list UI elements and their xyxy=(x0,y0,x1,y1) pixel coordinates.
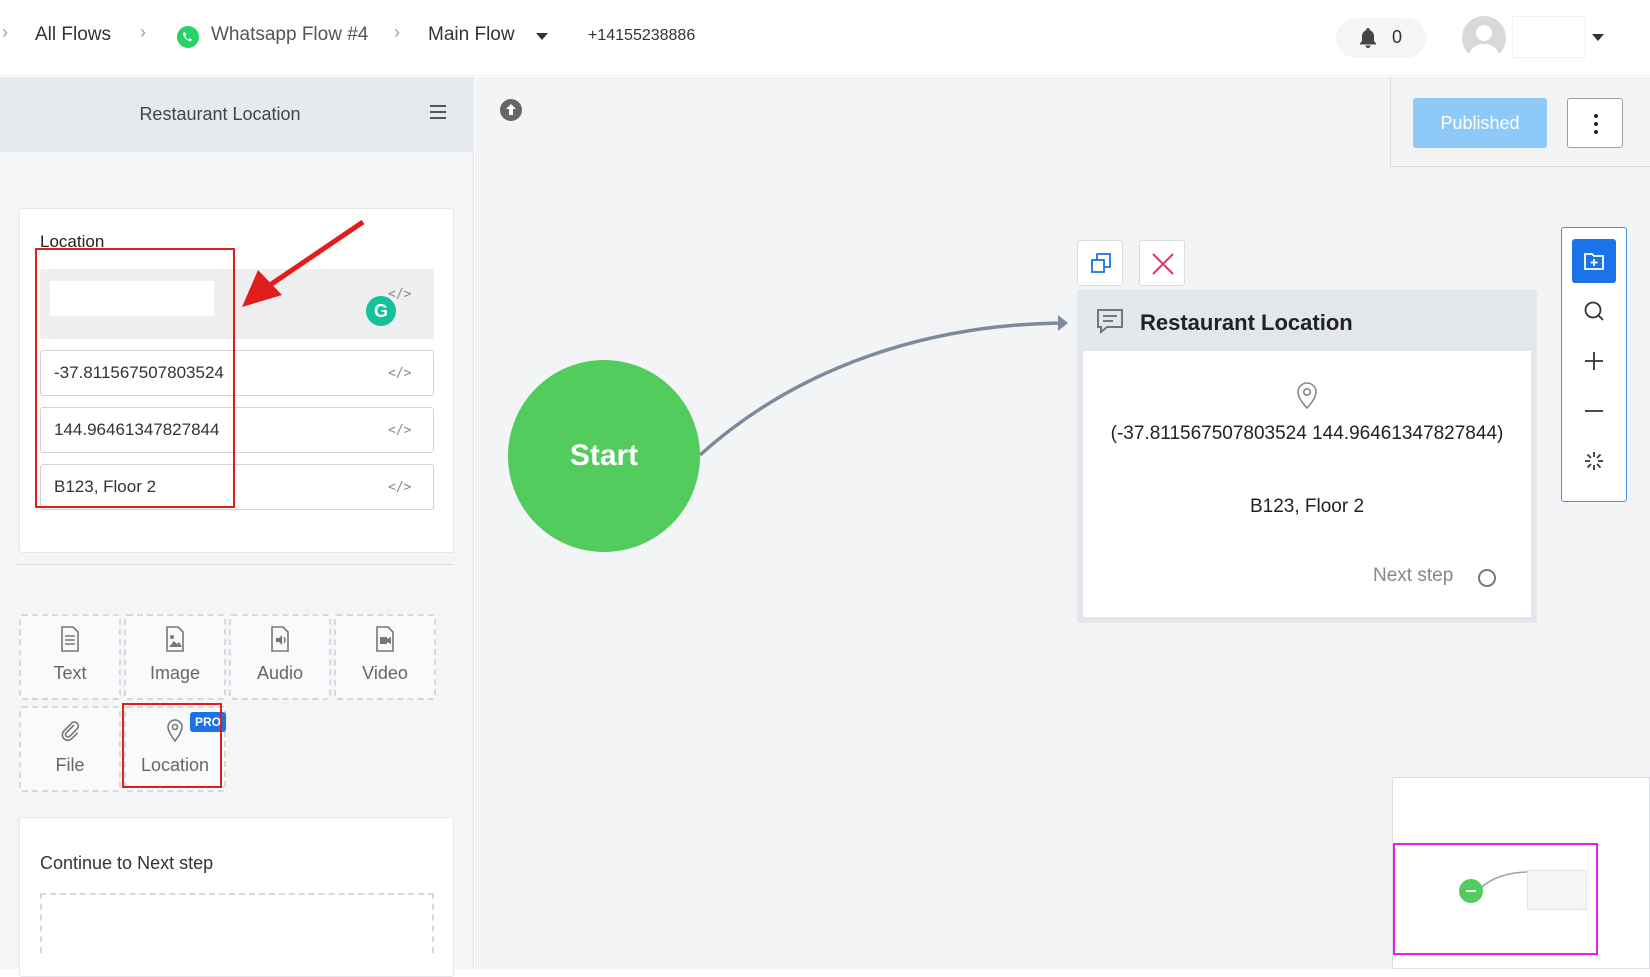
copy-icon xyxy=(1090,252,1112,279)
panel-title: Restaurant Location xyxy=(139,104,301,124)
publish-panel: Published xyxy=(1390,77,1650,167)
user-name[interactable] xyxy=(1512,16,1586,58)
zoom-out-button[interactable] xyxy=(1572,389,1616,433)
next-step-connector[interactable] xyxy=(1478,569,1496,587)
highlight-box xyxy=(35,248,235,508)
chevron-right-icon: › xyxy=(394,22,400,42)
message-icon xyxy=(1095,306,1125,336)
next-step-dropzone[interactable] xyxy=(40,893,434,953)
delete-node-button[interactable] xyxy=(1139,240,1185,286)
video-icon xyxy=(336,626,434,654)
minus-icon xyxy=(1583,400,1605,427)
more-vertical-icon xyxy=(1594,130,1598,134)
next-step-label: Continue to Next step xyxy=(40,853,214,873)
text-file-icon xyxy=(21,626,119,654)
chevron-right-icon: › xyxy=(2,22,8,42)
panel-header: Restaurant Location xyxy=(0,77,474,152)
zoom-in-button[interactable] xyxy=(1572,339,1616,383)
plus-icon xyxy=(1583,350,1605,377)
minimap-message-node xyxy=(1527,870,1587,910)
phone-number: +14155238886 xyxy=(588,27,696,44)
close-icon xyxy=(1151,252,1175,281)
tool-label: Video xyxy=(362,663,408,683)
node-coordinates: (-37.811567507803524 144.96461347827844) xyxy=(1110,423,1504,444)
breadcrumb-flow-name[interactable]: Whatsapp Flow #4 xyxy=(211,24,368,46)
code-icon[interactable]: </> xyxy=(388,287,411,302)
node-body: (-37.811567507803524 144.96461347827844)… xyxy=(1083,351,1531,617)
add-video-button[interactable]: Video xyxy=(334,614,436,700)
chevron-down-icon[interactable] xyxy=(1592,34,1604,41)
avatar[interactable] xyxy=(1462,16,1506,60)
add-folder-button[interactable] xyxy=(1572,239,1616,283)
chevron-right-icon: › xyxy=(140,22,146,42)
top-bar: › All Flows › Whatsapp Flow #4 › Main Fl… xyxy=(0,0,1650,76)
upload-icon[interactable] xyxy=(499,98,523,122)
add-audio-button[interactable]: Audio xyxy=(229,614,331,700)
divider xyxy=(17,564,454,565)
code-icon[interactable]: </> xyxy=(388,423,411,438)
add-file-button[interactable]: File xyxy=(19,706,121,792)
published-button[interactable]: Published xyxy=(1413,98,1547,148)
canvas-toolbar xyxy=(1561,227,1627,502)
annotation-arrow xyxy=(242,219,365,307)
sparkle-icon xyxy=(1583,450,1605,477)
breadcrumb-sub-flow[interactable]: Main Flow xyxy=(428,24,515,46)
search-button[interactable] xyxy=(1572,289,1616,333)
location-pin-icon xyxy=(1295,381,1319,411)
add-text-button[interactable]: Text xyxy=(19,614,121,700)
whatsapp-icon xyxy=(176,25,200,49)
breadcrumb-all-flows[interactable]: All Flows xyxy=(35,24,111,46)
menu-icon[interactable] xyxy=(430,105,446,121)
connector-line xyxy=(698,315,1068,457)
audio-icon xyxy=(231,626,329,654)
next-step-card: Continue to Next step xyxy=(19,817,454,977)
code-icon[interactable]: </> xyxy=(388,480,411,495)
highlight-box xyxy=(122,703,222,788)
tool-label: Image xyxy=(149,663,201,683)
more-vertical-icon xyxy=(1594,122,1598,126)
image-icon xyxy=(126,626,224,654)
bell-icon xyxy=(1356,26,1380,50)
minimap[interactable] xyxy=(1392,777,1650,969)
location-message-node[interactable]: Restaurant Location (-37.811567507803524… xyxy=(1077,290,1537,623)
tool-label: Audio xyxy=(256,663,304,683)
notifications-button[interactable]: 0 xyxy=(1336,18,1426,58)
add-image-button[interactable]: Image xyxy=(124,614,226,700)
auto-arrange-button[interactable] xyxy=(1572,439,1616,483)
chevron-down-icon[interactable] xyxy=(536,33,548,40)
left-panel: Restaurant Location Location G </> -37.8… xyxy=(0,77,474,977)
tool-label: Text xyxy=(53,663,87,683)
folder-plus-icon xyxy=(1583,250,1605,277)
minimap-start-node xyxy=(1459,879,1483,903)
search-icon xyxy=(1583,300,1605,327)
node-address: B123, Floor 2 xyxy=(1249,496,1365,517)
duplicate-node-button[interactable] xyxy=(1077,240,1123,286)
start-node[interactable]: Start xyxy=(508,360,700,552)
code-icon[interactable]: </> xyxy=(388,366,411,381)
node-title: Restaurant Location xyxy=(1140,310,1353,335)
more-vertical-icon xyxy=(1594,114,1598,118)
notification-count: 0 xyxy=(1392,27,1403,47)
more-options-button[interactable] xyxy=(1567,98,1623,148)
tool-label: File xyxy=(55,755,85,775)
paperclip-icon xyxy=(21,718,119,746)
next-step-label: Next step xyxy=(1373,565,1454,586)
